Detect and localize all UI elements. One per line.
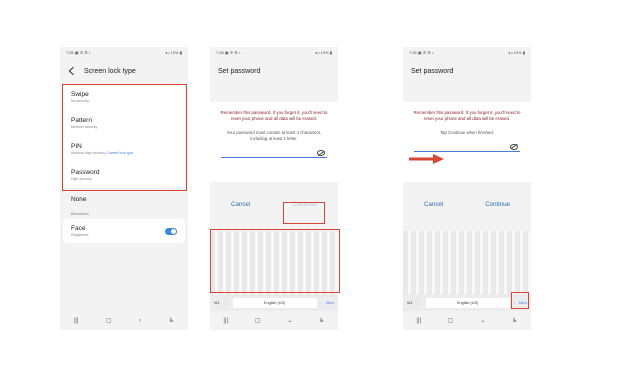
cancel-button[interactable]: Cancel	[231, 201, 250, 208]
face-subtitle: Registered	[71, 233, 89, 237]
header: Set password	[210, 58, 338, 84]
status-time: 7:56	[216, 50, 224, 55]
option-none[interactable]: None	[60, 188, 188, 210]
space-key[interactable]: English (US)	[425, 297, 510, 308]
requirements-text: Your password must contain at least 4 ch…	[226, 129, 322, 141]
keyboard-bottom-row: !#1 , English (US) . Next	[210, 294, 338, 311]
comma-key[interactable]: ,	[224, 300, 225, 305]
recents-icon[interactable]: |||	[74, 318, 79, 324]
battery-indicator: ◂ ᵢₗ 19% ▮	[165, 50, 182, 55]
page-title: Set password	[218, 67, 261, 75]
highlight-keyboard	[210, 229, 340, 293]
password-dialog: Remember this password. If you forget it…	[210, 102, 338, 182]
face-title: Face	[71, 225, 86, 232]
home-icon[interactable]: ▢	[106, 317, 112, 324]
home-icon[interactable]: ▢	[448, 317, 454, 324]
battery-indicator: ◂ ᵢₗ 19% ▮	[508, 50, 525, 55]
highlight-lock-options	[62, 84, 187, 191]
back-chevron-icon[interactable]	[68, 66, 78, 76]
home-icon[interactable]: ▢	[255, 317, 261, 324]
nav-bar: ||| ▢ ⌄ ♿	[210, 311, 338, 330]
header: Set password	[403, 58, 531, 84]
status-icons: ▣ ✆ ⚙ •	[74, 50, 91, 55]
next-key[interactable]: Next	[326, 300, 334, 305]
face-toggle[interactable]	[165, 227, 177, 235]
status-icons: ▣ ✆ ⚙ •	[224, 50, 241, 55]
password-dialog: Remember this password. If you forget it…	[403, 102, 531, 182]
face-row[interactable]: Face Registered	[63, 219, 185, 243]
eye-slash-icon[interactable]	[510, 143, 518, 150]
status-bar: 7:55 ▣ ✆ ⚙ • ◂ ᵢₗ 19% ▮	[60, 47, 188, 58]
dialog-buttons: Cancel Continue	[403, 182, 531, 227]
password-input[interactable]	[221, 149, 327, 159]
eye-slash-icon[interactable]	[317, 150, 325, 157]
status-time: 7:55	[66, 50, 74, 55]
back-icon[interactable]: ‹	[139, 318, 141, 324]
comma-key[interactable]: ,	[417, 300, 418, 305]
status-bar: 7:55 ▣ ✆ ⚙ • ◂ ᵢₗ 19% ▮	[403, 47, 531, 58]
highlight-continue-button	[283, 202, 325, 224]
symbols-key[interactable]: !#1	[407, 300, 413, 305]
hide-keyboard-icon[interactable]: ⌄	[480, 317, 485, 324]
recents-icon[interactable]: |||	[223, 318, 228, 324]
nav-bar: ||| ▢ ‹ ♿	[60, 311, 188, 330]
symbols-key[interactable]: !#1	[214, 300, 220, 305]
accessibility-icon[interactable]: ♿	[319, 317, 324, 324]
nav-bar: ||| ▢ ⌄ ♿	[403, 311, 531, 330]
section-label-biometrics: Biometrics	[71, 212, 89, 216]
warning-text: Remember this password. If you forget it…	[220, 110, 328, 121]
instruction-text: Tap Continue when finished.	[440, 129, 494, 135]
password-input[interactable]	[414, 143, 520, 152]
phone-set-password-entered: 7:55 ▣ ✆ ⚙ • ◂ ᵢₗ 19% ▮ Set password Rem…	[403, 47, 531, 330]
status-time: 7:55	[409, 50, 417, 55]
header: Screen lock type	[60, 58, 188, 84]
highlight-next-key	[511, 292, 529, 309]
status-icons: ▣ ✆ ⚙ •	[417, 50, 434, 55]
space-key[interactable]: English (US)	[232, 297, 317, 308]
recents-icon[interactable]: |||	[416, 318, 421, 324]
page-title: Screen lock type	[84, 67, 136, 75]
continue-button[interactable]: Continue	[485, 201, 510, 208]
period-key[interactable]: .	[321, 300, 322, 305]
hide-keyboard-icon[interactable]: ⌄	[287, 317, 292, 324]
cancel-button[interactable]: Cancel	[424, 201, 443, 208]
warning-text: Remember this password. If you forget it…	[413, 110, 521, 121]
accessibility-icon[interactable]: ♿	[169, 317, 174, 324]
red-arrow-icon	[409, 154, 444, 164]
status-bar: 7:56 ▣ ✆ ⚙ • ◂ ᵢₗ 19% ▮	[210, 47, 338, 58]
page-title: Set password	[411, 67, 454, 75]
accessibility-icon[interactable]: ♿	[512, 317, 517, 324]
battery-indicator: ◂ ᵢₗ 19% ▮	[315, 50, 332, 55]
